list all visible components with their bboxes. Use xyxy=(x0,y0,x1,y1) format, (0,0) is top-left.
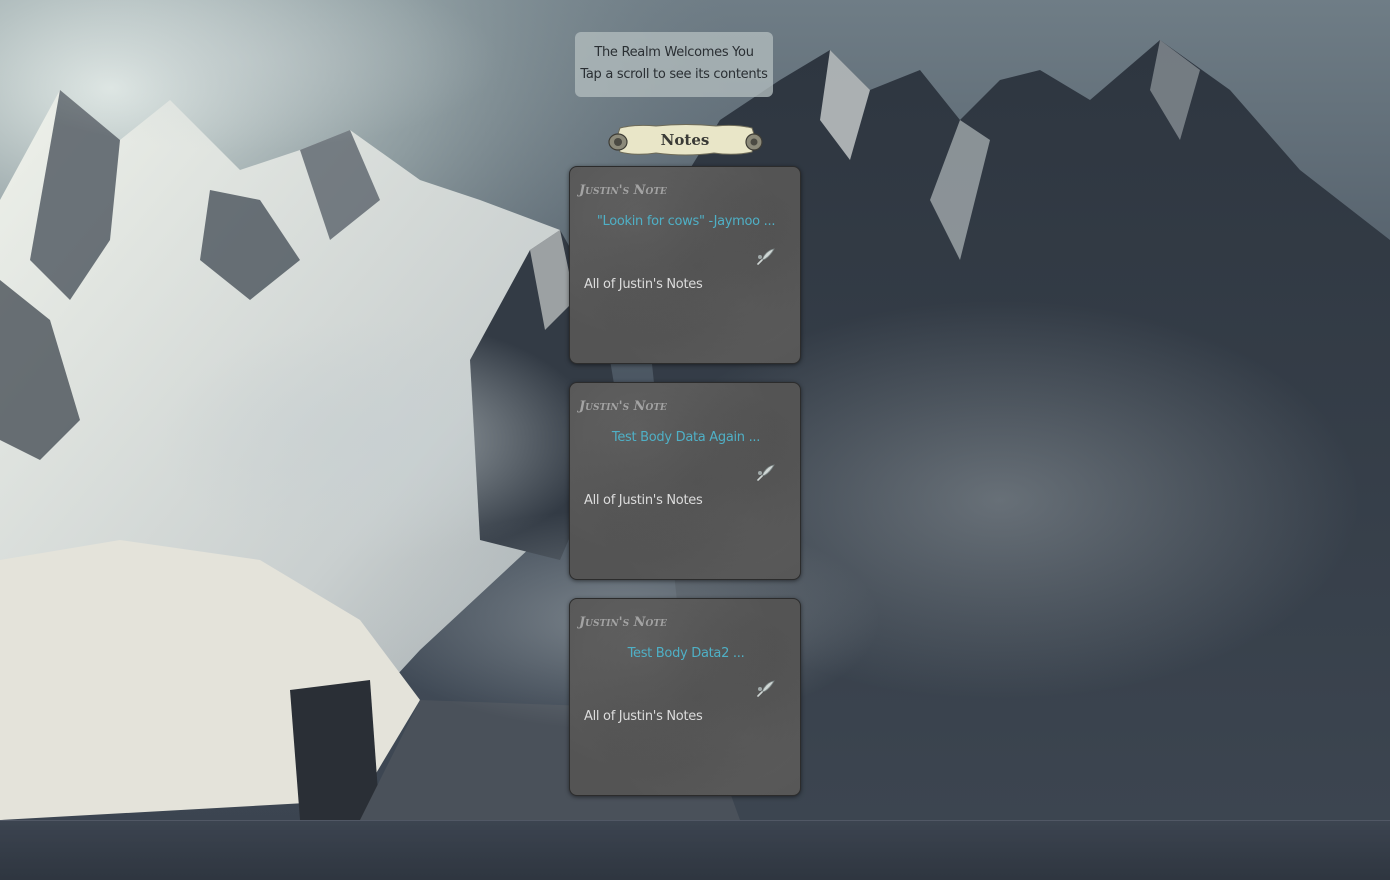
note-card[interactable]: Justin's Note Test Body Data Again ... A… xyxy=(569,382,801,580)
note-body-preview[interactable]: Test Body Data2 ... xyxy=(570,646,802,661)
welcome-message: The Realm Welcomes You Tap a scroll to s… xyxy=(575,32,773,97)
bottom-bar xyxy=(0,820,1390,880)
all-notes-link[interactable]: All of Justin's Notes xyxy=(584,493,703,508)
note-body-preview[interactable]: Test Body Data Again ... xyxy=(570,430,802,445)
welcome-title: The Realm Welcomes You xyxy=(594,45,754,60)
note-title: Justin's Note xyxy=(579,183,667,198)
notes-banner-title: Notes xyxy=(660,131,710,149)
all-notes-link[interactable]: All of Justin's Notes xyxy=(584,277,703,292)
note-card[interactable]: Justin's Note Test Body Data2 ... All of… xyxy=(569,598,801,796)
note-body-preview[interactable]: "Lookin for cows" -Jaymoo ... xyxy=(570,214,802,229)
note-title: Justin's Note xyxy=(579,615,667,630)
quill-icon[interactable] xyxy=(756,463,776,481)
all-notes-link[interactable]: All of Justin's Notes xyxy=(584,709,703,724)
notes-scroll-banner[interactable]: Notes xyxy=(606,122,764,158)
note-title: Justin's Note xyxy=(579,399,667,414)
quill-icon[interactable] xyxy=(756,247,776,265)
quill-icon[interactable] xyxy=(756,679,776,697)
welcome-subtitle: Tap a scroll to see its contents xyxy=(580,67,768,82)
note-card[interactable]: Justin's Note "Lookin for cows" -Jaymoo … xyxy=(569,166,801,364)
